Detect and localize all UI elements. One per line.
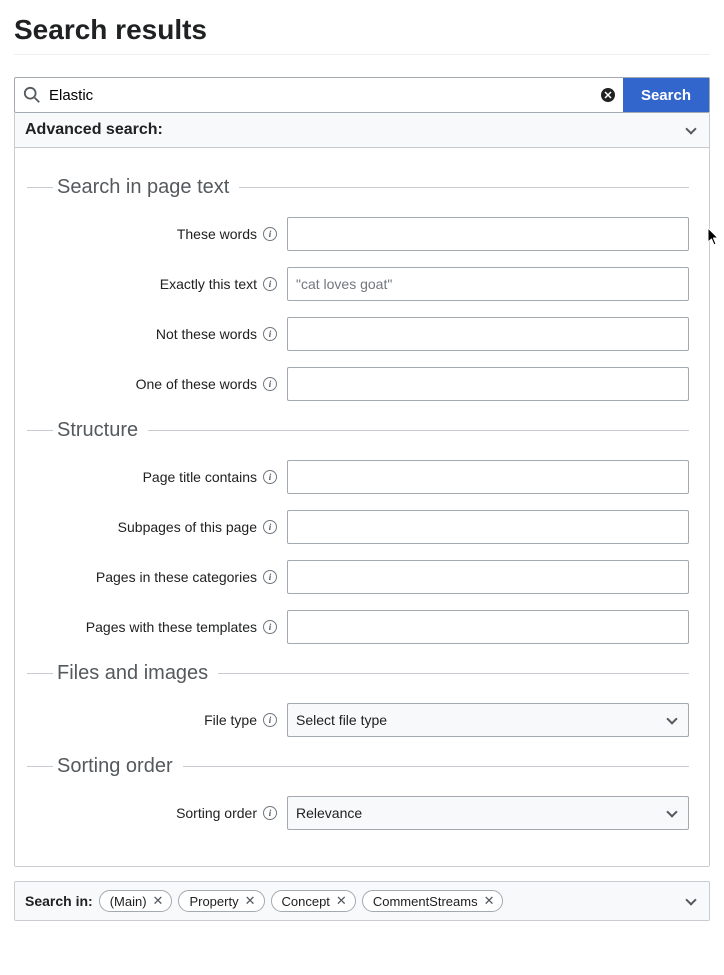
close-icon[interactable]: ✕ [482, 893, 497, 909]
chevron-down-icon [685, 123, 696, 134]
one-of-these-words-label: One of these words [136, 376, 257, 392]
exactly-this-text-label: Exactly this text [160, 276, 257, 292]
not-these-words-input[interactable] [287, 317, 689, 351]
page-title: Search results [14, 14, 710, 55]
templates-input[interactable] [287, 610, 689, 644]
chevron-down-icon [666, 713, 677, 724]
info-icon[interactable]: i [263, 570, 277, 584]
advanced-search-panel: Advanced search: Search in page text The… [14, 113, 710, 867]
file-type-selected: Select file type [296, 712, 387, 728]
page-title-contains-label: Page title contains [143, 469, 257, 485]
info-icon[interactable]: i [263, 227, 277, 241]
chip-label: Property [189, 894, 238, 909]
search-in-label: Search in: [25, 893, 93, 909]
chip-label: CommentStreams [373, 894, 478, 909]
info-icon[interactable]: i [263, 327, 277, 341]
legend-sorting: Sorting order [27, 755, 689, 778]
sorting-order-selected: Relevance [296, 805, 362, 821]
info-icon[interactable]: i [263, 520, 277, 534]
not-these-words-label: Not these words [156, 326, 257, 342]
one-of-these-words-input[interactable] [287, 367, 689, 401]
file-type-label: File type [204, 712, 257, 728]
advanced-search-toggle[interactable]: Advanced search: [15, 113, 709, 147]
info-icon[interactable]: i [263, 377, 277, 391]
legend-page-text: Search in page text [27, 176, 689, 199]
categories-label: Pages in these categories [96, 569, 257, 585]
close-icon[interactable]: ✕ [334, 893, 349, 909]
advanced-search-label: Advanced search: [25, 121, 163, 139]
file-type-select[interactable]: Select file type [287, 703, 689, 737]
close-icon[interactable]: ✕ [243, 893, 258, 909]
info-icon[interactable]: i [263, 620, 277, 634]
namespace-chip[interactable]: Property ✕ [178, 890, 264, 912]
info-icon[interactable]: i [263, 277, 277, 291]
subpages-label: Subpages of this page [118, 519, 257, 535]
namespace-chip[interactable]: CommentStreams ✕ [362, 890, 504, 912]
clear-icon[interactable] [593, 88, 623, 102]
search-button[interactable]: Search [623, 78, 709, 112]
namespace-chip[interactable]: Concept ✕ [271, 890, 356, 912]
fieldset-structure: Structure Page title contains i Subpages… [55, 419, 689, 644]
templates-label: Pages with these templates [86, 619, 257, 635]
chip-label: Concept [282, 894, 330, 909]
chip-label: (Main) [110, 894, 147, 909]
search-icon [15, 86, 49, 104]
subpages-input[interactable] [287, 510, 689, 544]
fieldset-page-text: Search in page text These words i Exactl… [55, 176, 689, 401]
these-words-input[interactable] [287, 217, 689, 251]
legend-files: Files and images [27, 662, 689, 685]
sorting-order-select[interactable]: Relevance [287, 796, 689, 830]
info-icon[interactable]: i [263, 470, 277, 484]
legend-structure: Structure [27, 419, 689, 442]
exactly-this-text-input[interactable] [287, 267, 689, 301]
fieldset-sorting: Sorting order Sorting order i Relevance [55, 755, 689, 830]
search-input[interactable] [49, 78, 593, 112]
these-words-label: These words [177, 226, 257, 242]
sorting-order-label: Sorting order [176, 805, 257, 821]
info-icon[interactable]: i [263, 806, 277, 820]
namespace-chip[interactable]: (Main) ✕ [99, 890, 173, 912]
chevron-down-icon [685, 894, 696, 905]
categories-input[interactable] [287, 560, 689, 594]
close-icon[interactable]: ✕ [151, 893, 166, 909]
chevron-down-icon [666, 806, 677, 817]
info-icon[interactable]: i [263, 713, 277, 727]
page-title-contains-input[interactable] [287, 460, 689, 494]
search-bar: Search [14, 77, 710, 113]
fieldset-files: Files and images File type i Select file… [55, 662, 689, 737]
search-in-bar[interactable]: Search in: (Main) ✕ Property ✕ Concept ✕… [14, 881, 710, 921]
advanced-search-body: Search in page text These words i Exactl… [15, 147, 709, 866]
